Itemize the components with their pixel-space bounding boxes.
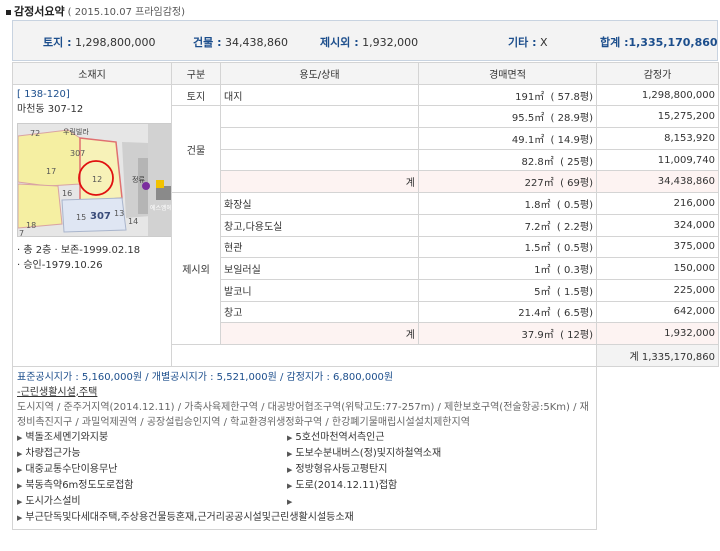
map-image: 72 우림빌라 307 17 16 12 15 307 13 14 18 7 정… — [18, 123, 172, 237]
col-category: 구분 — [171, 62, 221, 85]
price-cell: 15,275,200 — [596, 105, 719, 129]
price-cell: 375,000 — [596, 235, 719, 259]
area-cell: 227㎡ ( 69평) — [418, 170, 597, 194]
svg-text:7: 7 — [19, 229, 24, 237]
price-summary: 표준공시지가 : 5,160,000원 / 개별공시지가 : 5,521,000… — [17, 371, 394, 383]
detail-line: · 승인-1979.10.26 — [17, 259, 103, 271]
list-item: 도로(2014.12.11)접함 — [287, 478, 547, 494]
price-cell: 225,000 — [596, 278, 719, 302]
summary-other: 기타 : X — [508, 36, 548, 49]
col-price: 감정가 — [596, 62, 719, 85]
area-cell: 1㎡ ( 0.3평) — [418, 257, 597, 280]
summary-excluded: 제시외 : 1,932,000 — [320, 36, 419, 49]
area-cell: 37.9㎡ ( 12평) — [418, 322, 597, 345]
location-map[interactable]: 72 우림빌라 307 17 16 12 15 307 13 14 18 7 정… — [17, 122, 172, 237]
col-area: 경매면적 — [418, 62, 597, 85]
feature-list: 벽돌조세멘기와지붕 5호선마천역서측인근 차량접근가능 도보수분내버스(정)및지… — [17, 430, 592, 526]
area-cell: 7.2㎡ ( 2.2평) — [418, 213, 597, 237]
table-header-row: 소재지 구분 용도/상태 경매면적 감정가 — [12, 62, 719, 85]
area-cell: 5㎡ ( 1.5평) — [418, 278, 597, 302]
list-item: 도보수분내버스(정)및지하철역소재 — [287, 446, 547, 462]
svg-text:13: 13 — [114, 209, 124, 218]
svg-text:307: 307 — [70, 149, 85, 158]
area-cell: 49.1㎡ ( 14.9평) — [418, 127, 597, 150]
list-item: 벽돌조세멘기와지붕 — [17, 430, 287, 446]
area-cell: 1.5㎡ ( 0.5평) — [418, 235, 597, 259]
list-item: 북동측약6m정도도로접함 — [17, 478, 287, 494]
map-label: 72 — [30, 129, 40, 138]
section-header: 감정서요약( 2015.10.07 프라임감정) — [6, 3, 186, 18]
area-cell: 1.8㎡ ( 0.5평) — [418, 192, 597, 215]
detail-line: · 총 2층 · 보존-1999.02.18 — [17, 244, 141, 256]
category-excluded: 제시외 — [171, 192, 221, 345]
svg-text:18: 18 — [26, 221, 36, 230]
use-cell: 창고 — [220, 300, 419, 324]
price-cell: 11,009,740 — [596, 148, 719, 172]
summary-bar: 토지 : 1,298,800,000 건물 : 34,438,860 제시외 :… — [12, 20, 718, 61]
appraisal-table: 소재지 구분 용도/상태 경매면적 감정가 [ 138-120] 마천동 307… — [12, 62, 719, 530]
price-cell: 8,153,920 — [596, 127, 719, 150]
svg-text:14: 14 — [128, 217, 138, 226]
section-subtitle: ( 2015.10.07 프라임감정) — [67, 7, 186, 18]
use-cell: 발코니 — [220, 278, 419, 302]
svg-text:에스엠에이치: 에스엠에이치 — [150, 204, 172, 212]
col-location: 소재지 — [12, 62, 172, 85]
location-cell: [ 138-120] 마천동 307-12 72 우림빌라 307 17 16 … — [12, 83, 172, 367]
price-cell: 1,298,800,000 — [596, 83, 719, 107]
price-cell: 216,000 — [596, 192, 719, 215]
price-cell: 34,438,860 — [596, 170, 719, 194]
summary-land: 토지 : 1,298,800,000 — [43, 36, 156, 49]
list-item: 도시가스설비 — [17, 494, 287, 510]
building-details: · 총 2층 · 보존-1999.02.18 · 승인-1979.10.26 — [17, 243, 167, 273]
use-cell — [220, 148, 419, 172]
svg-text:정류: 정류 — [132, 175, 145, 184]
use-cell: 화장실 — [220, 192, 419, 215]
svg-text:307: 307 — [90, 211, 111, 222]
subtotal-label: 계 — [220, 170, 419, 194]
list-item: 정방형유사등고평탄지 — [287, 462, 547, 478]
use-cell: 창고,다용도실 — [220, 213, 419, 237]
list-item: 부근단독및다세대주택,주상용건물등혼재,근거리공공시설및근린생활시설등소재 — [17, 510, 547, 526]
svg-text:16: 16 — [62, 189, 72, 198]
usage-line: -근린생활시설,주택 — [17, 386, 98, 398]
use-cell: 대지 — [220, 83, 419, 107]
svg-text:15: 15 — [76, 213, 86, 222]
area-cell: 82.8㎡ ( 25평) — [418, 148, 597, 172]
price-cell: 150,000 — [596, 257, 719, 280]
area-cell: 95.5㎡ ( 28.9평) — [418, 105, 597, 129]
svg-text:12: 12 — [92, 175, 102, 184]
grand-total: 계 1,335,170,860 — [596, 343, 719, 367]
list-item: 5호선마천역서측인근 — [287, 430, 547, 446]
notes-row: 표준공시지가 : 5,160,000원 / 개별공시지가 : 5,521,000… — [12, 365, 719, 530]
area-cell: 21.4㎡ ( 6.5평) — [418, 300, 597, 324]
category-land: 토지 — [171, 83, 221, 107]
price-cell: 642,000 — [596, 300, 719, 324]
summary-total: 합계 :1,335,170,860 — [600, 36, 718, 49]
notes-cell: 표준공시지가 : 5,160,000원 / 개별공시지가 : 5,521,000… — [12, 365, 597, 530]
bullet-square-icon — [6, 9, 11, 15]
section-title: 감정서요약 — [14, 5, 65, 18]
list-item: 대중교통수단이용무난 — [17, 462, 287, 478]
postal-code: [ 138-120] — [17, 88, 70, 100]
use-cell — [220, 127, 419, 150]
use-cell: 보일러실 — [220, 257, 419, 280]
summary-building: 건물 : 34,438,860 — [193, 36, 288, 49]
svg-text:우림빌라: 우림빌라 — [63, 127, 89, 136]
list-item: 차량접근가능 — [17, 446, 287, 462]
area-cell: 191㎡ ( 57.8평) — [418, 83, 597, 107]
price-cell: 1,932,000 — [596, 322, 719, 345]
svg-text:17: 17 — [46, 167, 56, 176]
address: 마천동 307-12 — [17, 103, 84, 115]
category-building: 건물 — [171, 105, 221, 194]
use-cell: 현관 — [220, 235, 419, 259]
table-row: [ 138-120] 마천동 307-12 72 우림빌라 307 17 16 … — [12, 83, 719, 367]
col-use: 용도/상태 — [220, 62, 419, 85]
zoning-text: 도시지역 / 준주거지역(2014.12.11) / 가축사육제한구역 / 대공… — [17, 401, 589, 428]
price-cell: 324,000 — [596, 213, 719, 237]
use-cell — [220, 105, 419, 129]
subtotal-label: 계 — [220, 322, 419, 345]
